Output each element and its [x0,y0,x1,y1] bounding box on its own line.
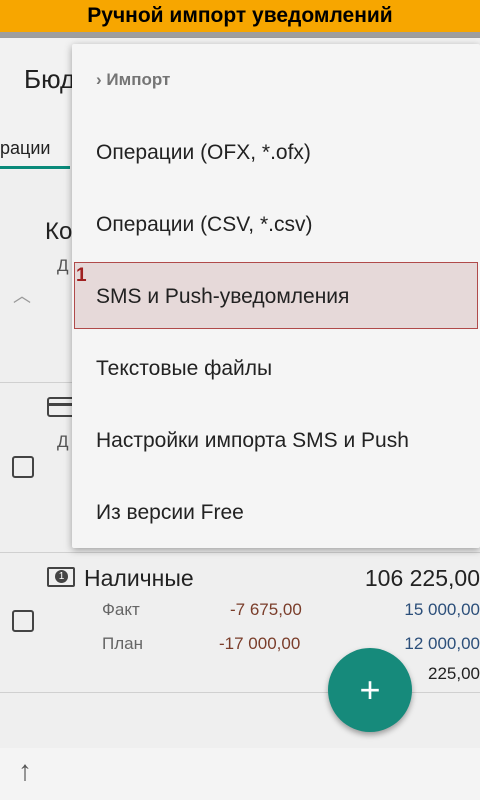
fact-right-value: 15 000,00 [404,600,480,619]
menu-item-sms-push[interactable]: SMS и Push-уведомления [96,285,349,309]
menu-header[interactable]: › Импорт [96,70,170,90]
title-banner: Ручной импорт уведомлений [0,0,480,32]
menu-item-text-files[interactable]: Текстовые файлы [96,357,272,381]
extra-value: 225,00 [428,664,480,683]
credit-card-icon [47,397,75,417]
plus-icon: + [359,669,381,710]
import-menu: › Импорт Операции (OFX, *.ofx) Операции … [72,44,480,548]
app-title: Бюд [24,64,76,94]
chevron-up-icon[interactable]: ︿ [13,282,31,308]
tab-operations[interactable]: рации [0,138,50,159]
fact-label: Факт [102,600,140,619]
plan-label: План [102,634,143,653]
account-name: Наличные [84,565,194,591]
arrow-up-icon[interactable]: ↑ [18,755,32,787]
account-checkbox[interactable] [12,456,34,478]
divider [0,552,480,553]
menu-header-label: Импорт [106,70,171,89]
account-checkbox[interactable] [12,610,34,632]
menu-item-free-version[interactable]: Из версии Free [96,501,244,525]
section-subtitle: Д [57,256,69,275]
account-total: 106 225,00 [364,565,480,591]
fact-value: -7 675,00 [230,600,302,619]
tab-indicator [0,166,70,169]
chevron-right-icon: › [96,70,102,89]
menu-item-ofx[interactable]: Операции (OFX, *.ofx) [96,141,311,165]
menu-item-csv[interactable]: Операции (CSV, *.csv) [96,213,312,237]
highlight-number: 1 [76,265,87,286]
card-row-label: Д [57,432,69,451]
menu-item-import-settings[interactable]: Настройки импорта SMS и Push [96,429,409,453]
cash-icon: 1 [47,567,75,587]
plan-value: -17 000,00 [219,634,301,653]
plan-right-value: 12 000,00 [404,634,480,653]
section-title: Ко [45,218,73,245]
add-button[interactable]: + [328,648,412,732]
bottom-bar [0,748,480,800]
